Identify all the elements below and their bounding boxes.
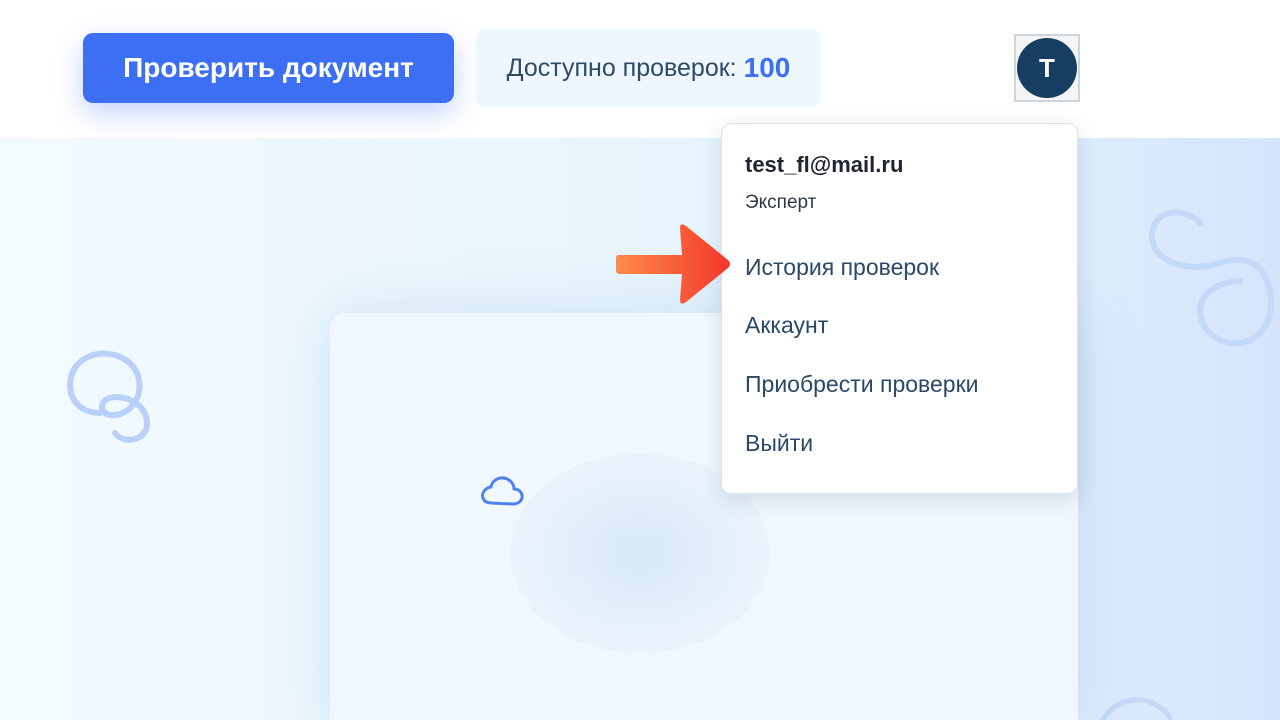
menu-item-account[interactable]: Аккаунт — [745, 312, 828, 339]
swirl-decoration-left-icon — [67, 350, 150, 443]
pointer-arrow-icon — [616, 224, 730, 304]
check-document-button[interactable]: Проверить документ — [83, 33, 454, 103]
swirl-decoration-bottom-icon — [1100, 697, 1173, 720]
menu-item-check-history[interactable]: История проверок — [745, 254, 939, 281]
top-bar: Проверить документ Доступно проверок: 10… — [0, 0, 1280, 138]
cloud-icon — [481, 476, 524, 506]
user-email: test_fl@mail.ru — [745, 152, 904, 177]
credits-badge: Доступно проверок: 100 — [476, 29, 821, 107]
menu-item-buy-checks[interactable]: Приобрести проверки — [745, 371, 978, 398]
credits-count: 100 — [743, 52, 791, 83]
avatar[interactable]: T — [1017, 38, 1077, 98]
user-menu-toggle[interactable]: T — [1014, 34, 1080, 102]
user-role: Эксперт — [745, 192, 817, 213]
credits-label: Доступно проверок: — [506, 53, 737, 82]
user-dropdown-menu: test_fl@mail.ru Эксперт История проверок… — [721, 123, 1078, 494]
menu-item-logout[interactable]: Выйти — [745, 430, 813, 457]
swirl-decoration-right-icon — [1148, 209, 1274, 347]
